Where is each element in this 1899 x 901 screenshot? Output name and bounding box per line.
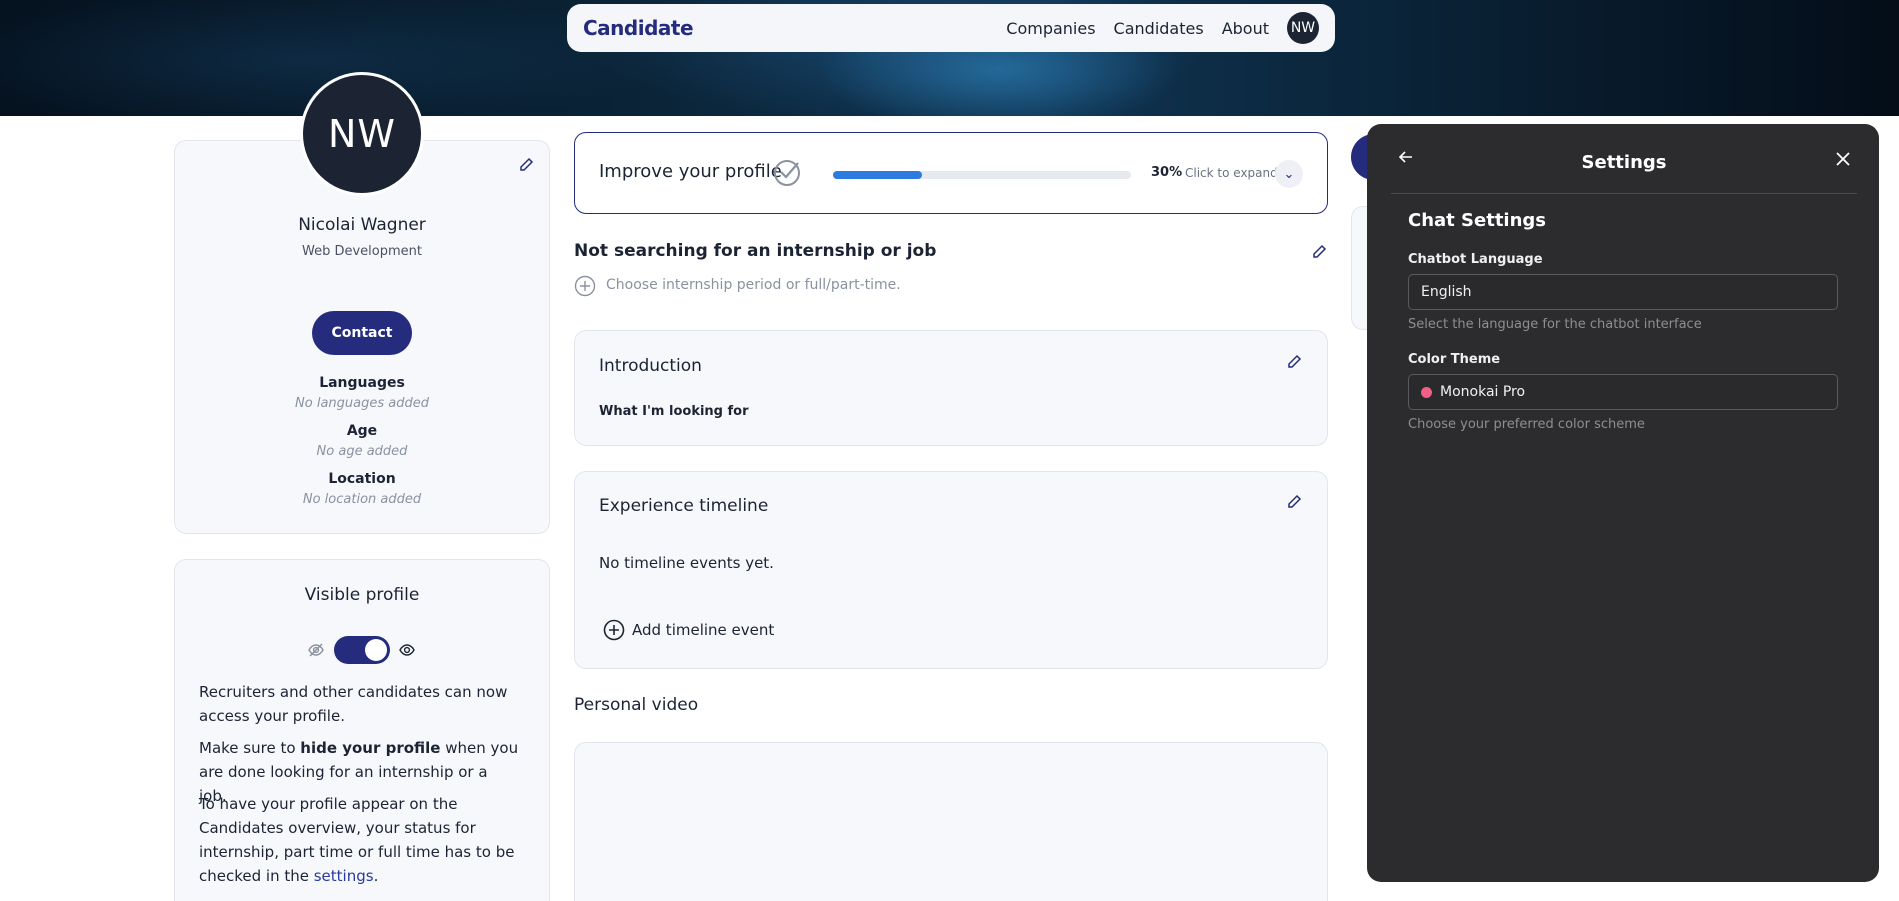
personal-video-title: Personal video bbox=[574, 695, 699, 715]
introduction-subheading: What I'm looking for bbox=[599, 404, 749, 419]
edit-search-status-pencil-icon[interactable] bbox=[1311, 244, 1327, 260]
toggle-knob bbox=[365, 639, 387, 661]
visibility-paragraph-1: Recruiters and other candidates can now … bbox=[199, 683, 508, 725]
settings-panel: Settings Chat Settings Chatbot Language … bbox=[1367, 124, 1879, 882]
chatbot-language-hint: Select the language for the chatbot inte… bbox=[1408, 317, 1702, 332]
search-status-title: Not searching for an internship or job bbox=[574, 241, 937, 261]
settings-header: Settings bbox=[1391, 124, 1857, 194]
chevron-down-icon[interactable]: ⌄ bbox=[1275, 160, 1303, 188]
settings-title: Settings bbox=[1581, 152, 1667, 173]
para2-text-start: Make sure to bbox=[199, 739, 301, 757]
introduction-card: Introduction What I'm looking for bbox=[574, 330, 1328, 446]
color-theme-hint: Choose your preferred color scheme bbox=[1408, 417, 1645, 432]
chatbot-language-select[interactable]: English bbox=[1408, 274, 1838, 310]
user-avatar-button[interactable]: NW bbox=[1287, 12, 1319, 44]
experience-empty-text: No timeline events yet. bbox=[599, 554, 774, 572]
nav-link-candidates[interactable]: Candidates bbox=[1114, 19, 1204, 38]
top-navbar: Candidate Companies Candidates About NW bbox=[567, 4, 1335, 52]
color-theme-label: Color Theme bbox=[1408, 352, 1501, 367]
profile-progress-fill bbox=[833, 171, 923, 179]
languages-value: No languages added bbox=[295, 396, 429, 411]
location-label: Location bbox=[328, 471, 396, 487]
add-timeline-button[interactable]: Add timeline event bbox=[632, 621, 774, 639]
para3-text-end: . bbox=[373, 867, 379, 885]
edit-introduction-pencil-icon[interactable] bbox=[1286, 354, 1302, 370]
improve-profile-card[interactable]: Improve your profile 30% Click to expand… bbox=[574, 132, 1328, 214]
visibility-title: Visible profile bbox=[304, 585, 420, 605]
close-icon[interactable] bbox=[1834, 150, 1852, 168]
color-theme-select[interactable]: Monokai Pro bbox=[1408, 374, 1838, 410]
nav-link-about[interactable]: About bbox=[1222, 19, 1269, 38]
color-theme-value: Monokai Pro bbox=[1440, 384, 1526, 400]
add-timeline-icon[interactable] bbox=[603, 619, 625, 641]
nav-link-companies[interactable]: Companies bbox=[1006, 19, 1095, 38]
languages-label: Languages bbox=[319, 375, 405, 391]
contact-button[interactable]: Contact bbox=[312, 311, 412, 355]
add-circle-icon[interactable] bbox=[574, 275, 596, 297]
logo[interactable]: Candidate bbox=[583, 16, 694, 40]
profile-progress-bar bbox=[833, 171, 1131, 179]
chatbot-language-label: Chatbot Language bbox=[1408, 252, 1543, 267]
nav-links: Companies Candidates About NW bbox=[1006, 12, 1319, 44]
profile-visibility-toggle[interactable] bbox=[334, 636, 390, 664]
search-status-hint[interactable]: Choose internship period or full/part-ti… bbox=[606, 277, 901, 293]
progress-percent: 30% bbox=[1151, 165, 1183, 180]
edit-experience-pencil-icon[interactable] bbox=[1286, 494, 1302, 510]
experience-title: Experience timeline bbox=[599, 496, 769, 516]
experience-card: Experience timeline No timeline events y… bbox=[574, 471, 1328, 669]
chat-settings-heading: Chat Settings bbox=[1408, 210, 1547, 231]
eye-off-icon bbox=[307, 641, 325, 659]
profile-field: Web Development bbox=[302, 244, 422, 259]
age-label: Age bbox=[346, 423, 378, 439]
introduction-title: Introduction bbox=[599, 356, 702, 376]
profile-avatar: NW bbox=[300, 72, 424, 196]
theme-color-dot bbox=[1421, 386, 1432, 398]
location-value: No location added bbox=[302, 492, 422, 507]
personal-video-card bbox=[574, 742, 1328, 901]
visibility-paragraph-3: To have your profile appear on the Candi… bbox=[199, 792, 519, 888]
expand-hint: Click to expand bbox=[1185, 166, 1278, 180]
age-value: No age added bbox=[316, 444, 408, 459]
chatbot-language-value: English bbox=[1421, 284, 1472, 300]
edit-profile-pencil-icon[interactable] bbox=[518, 157, 534, 173]
eye-icon bbox=[398, 641, 416, 659]
check-circle-icon bbox=[772, 156, 804, 188]
para2-bold-text: hide your profile bbox=[300, 739, 441, 757]
profile-name: Nicolai Wagner bbox=[298, 215, 426, 235]
improve-title: Improve your profile bbox=[599, 161, 782, 182]
settings-link[interactable]: settings bbox=[314, 867, 374, 885]
